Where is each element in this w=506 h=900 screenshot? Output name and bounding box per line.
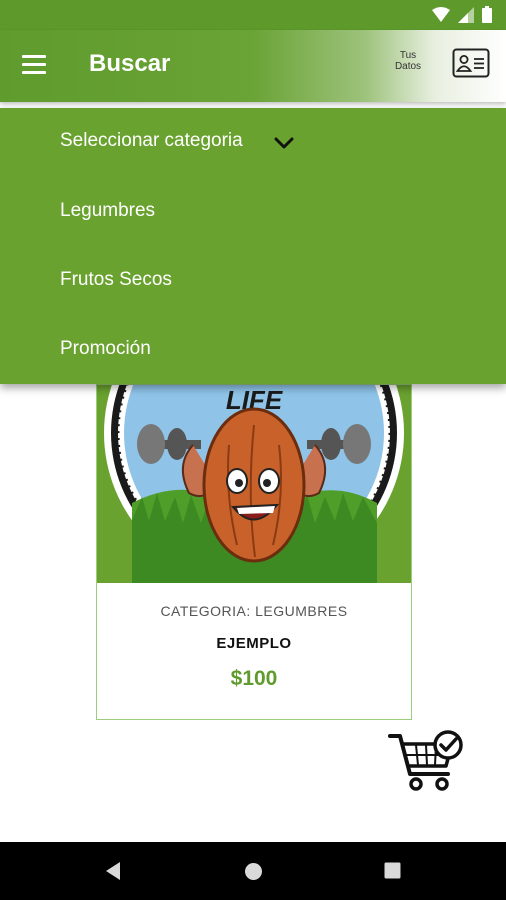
product-name: EJEMPLO (216, 635, 292, 652)
product-category: CATEGORIA: LEGUMBRES (160, 603, 348, 619)
product-price: $100 (230, 667, 278, 690)
home-circle-icon[interactable] (244, 862, 263, 881)
user-data-label-line1: Tus (399, 50, 417, 61)
shopping-cart-check-icon[interactable] (388, 730, 466, 796)
status-bar (0, 0, 506, 30)
id-card-icon[interactable] (452, 48, 490, 78)
recents-square-icon[interactable] (384, 862, 401, 879)
signal-icon (458, 6, 474, 23)
dropdown-option-frutos-secos[interactable]: Frutos Secos (60, 269, 172, 291)
user-data-link[interactable]: Tus Datos (386, 50, 430, 72)
almond-mascot-logo: LIFE (104, 385, 404, 583)
chevron-down-icon[interactable] (274, 136, 294, 150)
back-triangle-icon[interactable] (104, 861, 122, 881)
dropdown-option-legumbres[interactable]: Legumbres (60, 200, 155, 222)
system-nav-bar (0, 842, 506, 900)
product-image: LIFE (97, 385, 411, 583)
hamburger-menu-icon[interactable] (22, 54, 48, 76)
user-data-label-line2: Datos (394, 61, 422, 72)
dropdown-option-promocion[interactable]: Promoción (60, 338, 151, 360)
app-bar: Buscar Tus Datos (0, 30, 506, 102)
battery-icon (482, 6, 492, 23)
wifi-icon (432, 6, 450, 22)
page-title: Buscar (89, 50, 171, 77)
category-select-label[interactable]: Seleccionar categoria (60, 130, 243, 152)
category-dropdown: Seleccionar categoria Legumbres Frutos S… (0, 108, 506, 384)
status-icons (432, 6, 492, 23)
product-card[interactable]: LIFE CATEGORIA: LEGUMBRES EJEMPLO $100 (96, 384, 412, 720)
